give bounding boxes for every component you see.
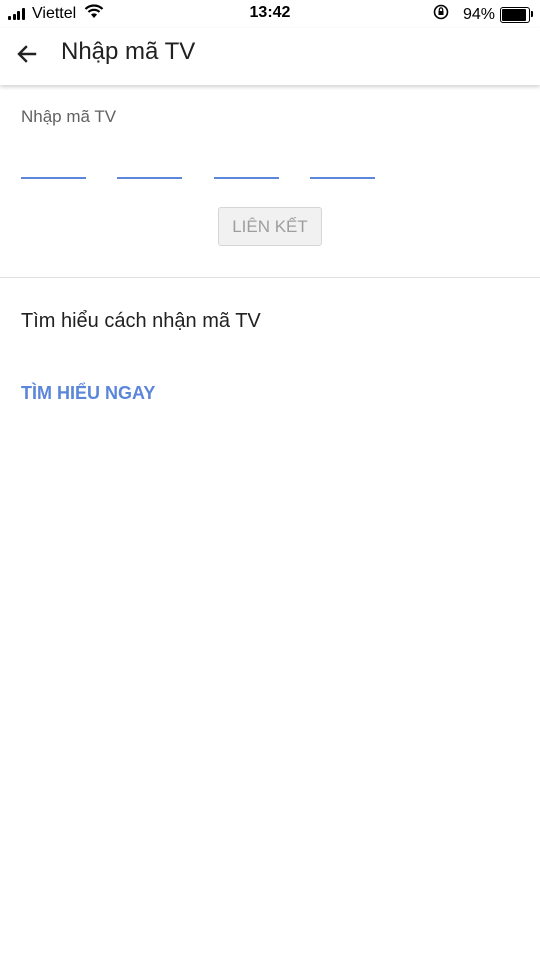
- learn-heading: Tìm hiểu cách nhận mã TV: [21, 310, 261, 332]
- link-button[interactable]: LIÊN KẾT: [218, 207, 322, 246]
- code-field-3[interactable]: [214, 145, 279, 179]
- code-label: Nhập mã TV: [21, 107, 117, 126]
- rotation-lock-icon: [433, 4, 449, 25]
- battery-tip: [531, 10, 533, 17]
- code-field-1[interactable]: [21, 145, 86, 179]
- status-right: 94%: [433, 4, 533, 25]
- section-divider: [0, 277, 540, 278]
- code-field-4[interactable]: [310, 145, 375, 179]
- back-button[interactable]: [12, 41, 42, 71]
- battery-percent: 94%: [462, 5, 495, 23]
- app-bar: Nhập mã TV: [0, 28, 540, 85]
- battery-fill: [502, 8, 527, 21]
- code-entry-section: Nhập mã TV LIÊN KẾT: [0, 85, 540, 277]
- code-field-2[interactable]: [117, 145, 182, 179]
- page-title: Nhập mã TV: [61, 38, 196, 65]
- learn-now-link[interactable]: TÌM HIỂU NGAY: [21, 383, 155, 404]
- battery-icon: [500, 6, 533, 23]
- status-bar: Viettel 13:42 94%: [0, 0, 540, 28]
- arrow-back-icon: [15, 42, 39, 71]
